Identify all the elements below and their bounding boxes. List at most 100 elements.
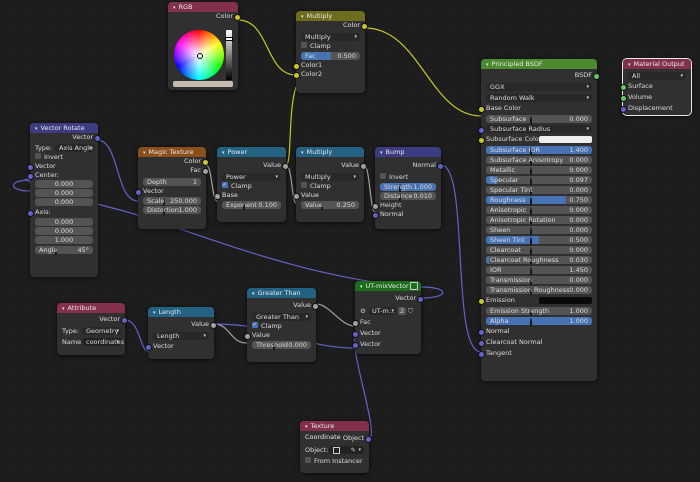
magic-vector-socket[interactable]	[135, 189, 142, 196]
bsdf-prop-field[interactable]: Alpha 1.000	[486, 317, 592, 328]
bsdf-prop-socket[interactable]	[530, 226, 532, 237]
rotate-invert-row[interactable]: Invert	[30, 153, 98, 162]
magic-texture-header[interactable]: Magic Texture	[138, 147, 206, 157]
texcoord-instancer-checkbox[interactable]	[305, 457, 311, 463]
bsdf-prop-field[interactable]: Specular Tint 0.000	[486, 186, 592, 197]
bsdf-normal-socket[interactable]	[478, 329, 485, 336]
rotate-vector-in-socket[interactable]	[27, 164, 34, 171]
bump-distance-field[interactable]: Distance 0.010	[380, 192, 436, 203]
eyedropper-icon[interactable]: ✎	[351, 446, 356, 454]
texcoord-instancer-row[interactable]: From Instancer	[300, 457, 369, 466]
rotate-type-dropdown[interactable]: Axis Angle	[55, 144, 95, 152]
group-vector2-socket[interactable]	[352, 342, 359, 349]
power-value-socket[interactable]	[282, 163, 289, 170]
greater-than-header[interactable]: Greater Than	[247, 288, 316, 298]
group-fac-socket[interactable]	[352, 320, 359, 327]
axis-z-field[interactable]: 1.000	[35, 236, 93, 244]
texture-coordinate-node[interactable]: Texture Coordinate Object Object: ✎ From …	[300, 421, 372, 473]
rgb-node-header[interactable]: RGB	[168, 2, 238, 12]
mix-blend-dropdown[interactable]: Multiply	[301, 33, 360, 41]
bump-normal-out-socket[interactable]	[437, 163, 444, 170]
bsdf-prop-socket[interactable]	[530, 176, 532, 187]
bsdf-prop-color-swatch[interactable]	[539, 297, 592, 304]
bsdf-header[interactable]: Principled BSDF	[481, 59, 597, 69]
bsdf-prop-field[interactable]: Clearcoat 0.000	[486, 246, 592, 257]
angle-field[interactable]: Angle 45°	[35, 246, 93, 257]
power-math-node[interactable]: Power Value Power Clamp Base Exponent0.1…	[214, 147, 289, 222]
bsdf-prop-field[interactable]: Sheen Tint 0.500	[486, 236, 592, 247]
bsdf-clearcoat-normal-socket[interactable]	[478, 340, 485, 347]
power-operation-dropdown[interactable]: Power	[222, 173, 281, 181]
center-x-field[interactable]: 0.000	[35, 180, 93, 188]
multiply-math-header[interactable]: Multiply	[296, 147, 364, 157]
texcoord-object-socket[interactable]	[365, 436, 372, 443]
material-output-header[interactable]: Material Output	[623, 59, 691, 69]
power-clamp-checkbox[interactable]	[222, 181, 228, 190]
center-z-field[interactable]: 0.000	[35, 198, 93, 206]
mix-color2-socket[interactable]	[293, 72, 300, 79]
vector-rotate-node[interactable]: Vector Rotate Vector Type: Axis Angle Inv…	[27, 123, 101, 277]
mix-color-out-socket[interactable]	[361, 23, 368, 30]
magic-distortion-field[interactable]: Distortion 1.000	[143, 206, 201, 217]
principled-bsdf-node[interactable]: Principled BSDF BSDF GGX Random Walk Bas…	[478, 59, 600, 381]
bump-invert-row[interactable]: Invert	[375, 173, 441, 182]
output-target-dropdown[interactable]: All	[628, 72, 686, 80]
length-header[interactable]: Length	[148, 307, 214, 317]
attribute-node[interactable]: Attribute Vector Type: Geometry Name:coor…	[57, 303, 128, 355]
group-vector1-socket[interactable]	[352, 331, 359, 338]
multiply-value-field[interactable]: Value 0.250	[301, 201, 359, 212]
rotate-center-socket[interactable]	[27, 173, 34, 180]
attribute-name-field[interactable]: coordinates	[82, 338, 124, 346]
bsdf-prop-field[interactable]: Clearcoat Roughness 0.030	[486, 256, 592, 267]
bsdf-prop-color-swatch[interactable]	[539, 136, 592, 143]
output-surface-socket[interactable]	[620, 84, 627, 91]
multiply-operation-dropdown[interactable]: Multiply	[301, 173, 359, 181]
bsdf-prop-socket[interactable]	[478, 126, 485, 134]
color-wheel[interactable]	[174, 30, 224, 80]
length-operation-dropdown[interactable]: Length	[153, 332, 209, 340]
group-header[interactable]: UT-mixVector	[355, 281, 421, 291]
bsdf-prop-socket[interactable]	[478, 298, 485, 305]
bump-invert-checkbox[interactable]	[380, 173, 386, 179]
axis-y-field[interactable]: 0.000	[35, 227, 93, 235]
group-vector-out-socket[interactable]	[417, 296, 424, 303]
magic-scale-field[interactable]: Scale 250.000	[143, 197, 201, 208]
magic-color-socket[interactable]	[202, 159, 209, 166]
mix-multiply-header[interactable]: Multiply	[296, 11, 365, 21]
texcoord-header[interactable]: Texture Coordinate	[300, 421, 369, 441]
power-clamp-row[interactable]: Clamp	[217, 181, 286, 191]
bsdf-prop-field[interactable]: Transmission 0.000	[486, 276, 592, 287]
rgb-node[interactable]: RGB Color	[168, 2, 241, 90]
power-exponent-field[interactable]: Exponent 0.100	[222, 201, 281, 212]
bsdf-prop-field[interactable]: Roughness 0.750	[486, 196, 592, 207]
greater-clamp-checkbox[interactable]	[252, 321, 258, 330]
bsdf-prop-field[interactable]: Subsurface IOR 1.400	[486, 146, 592, 157]
bsdf-prop-socket[interactable]	[478, 137, 485, 144]
greater-operation-dropdown[interactable]: Greater Than	[252, 313, 311, 321]
bsdf-tangent-socket[interactable]	[478, 351, 485, 358]
bsdf-prop-socket[interactable]	[530, 206, 532, 217]
mix-clamp-row[interactable]: Clamp	[296, 42, 365, 51]
mix-multiply-node[interactable]: Multiply Color Multiply Clamp Fac 0.500 C…	[293, 11, 368, 93]
color-wheel-cursor[interactable]	[197, 53, 203, 59]
value-slider[interactable]	[225, 30, 233, 80]
bsdf-prop-field[interactable]: IOR 1.450	[486, 266, 592, 277]
greater-clamp-row[interactable]: Clamp	[247, 321, 316, 331]
multiply-clamp-row[interactable]: Clamp	[296, 182, 364, 191]
bsdf-prop-field[interactable]: Anisotropic Rotation 0.000	[486, 216, 592, 227]
bsdf-base-color-socket[interactable]	[478, 106, 485, 113]
bsdf-prop-field[interactable]: Transmission Roughness 0.000	[486, 286, 592, 297]
bump-height-socket[interactable]	[372, 203, 379, 210]
multiply-math-node[interactable]: Multiply Value Multiply Clamp Value Valu…	[293, 147, 367, 222]
attribute-type-dropdown[interactable]: Geometry	[82, 327, 122, 335]
output-displacement-socket[interactable]	[620, 106, 627, 113]
bsdf-prop-socket[interactable]	[530, 236, 532, 247]
bsdf-prop-field[interactable]: Specular 0.097	[486, 176, 592, 187]
bump-strength-field[interactable]: Strength 1.000	[380, 183, 436, 194]
bump-header[interactable]: Bump	[375, 147, 441, 157]
bsdf-prop-socket[interactable]	[530, 166, 532, 177]
greater-value-in-socket[interactable]	[244, 333, 251, 340]
vector-rotate-header[interactable]: Vector Rotate	[30, 123, 98, 133]
length-value-socket[interactable]	[210, 322, 217, 329]
bsdf-prop-socket[interactable]	[530, 317, 532, 328]
